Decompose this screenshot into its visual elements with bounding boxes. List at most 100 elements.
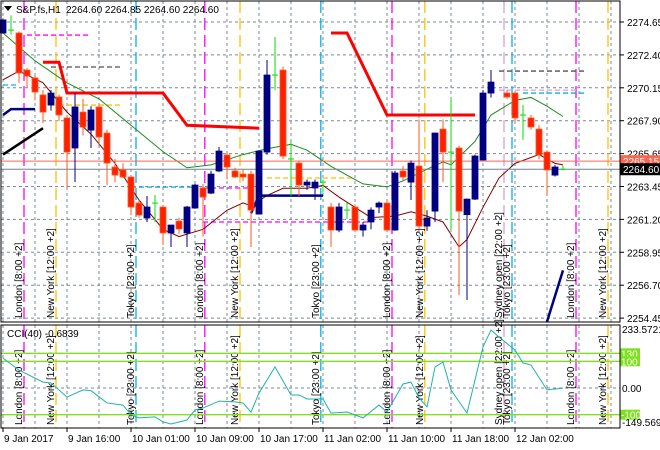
candle-bull: [47, 92, 55, 106]
candle-bear: [503, 92, 511, 98]
symbol-label: S&P.fs,H1: [16, 5, 61, 16]
candle-bull: [391, 172, 399, 231]
session-label-newyork: New York [12:00 +2]: [598, 228, 609, 318]
candle-bull: [255, 150, 263, 215]
candle-bear: [535, 128, 543, 156]
session-label-london: London [8:00 +2]: [195, 242, 206, 318]
candle-bear: [63, 117, 71, 153]
cci-level-label: 100: [621, 357, 638, 368]
candles: [0, 15, 566, 301]
session-label-tokyo: Tokyo [23:00 +2]: [502, 244, 513, 318]
stop-blue-line: [545, 269, 565, 322]
price-axis-label: 2267.90: [627, 117, 660, 128]
candle-bull: [407, 162, 415, 183]
price-tag-last-label: 2264.60: [623, 165, 660, 176]
session-label-london: London [8:00 +2]: [566, 242, 577, 318]
candle-bull: [263, 74, 271, 153]
price-axis-label: 2261.20: [627, 215, 660, 226]
candle-bull: [551, 166, 559, 176]
session-label-tokyo: Tokyo [23:00 +2]: [126, 244, 137, 318]
candle-bull: [303, 181, 311, 186]
candle-bear: [55, 96, 63, 116]
session-label-tokyo: Tokyo [23:00 +2]: [126, 351, 137, 425]
candle-bear: [23, 69, 31, 77]
candle-bear: [39, 94, 47, 113]
candle-bear: [383, 202, 391, 231]
session-label-newyork: New York [12:00 +2]: [230, 228, 241, 318]
session-label-newyork: New York [12:00 +2]: [46, 228, 57, 318]
candle-bear: [159, 206, 167, 234]
candle-bear: [119, 169, 127, 178]
candle-bull: [167, 224, 175, 234]
triangle-down-icon[interactable]: [4, 6, 12, 11]
candle-bear: [239, 173, 247, 178]
candle-bear: [247, 173, 255, 211]
candle-bull: [335, 206, 343, 231]
price-axis-label: 2270.15: [627, 84, 660, 95]
candle-bear: [279, 69, 287, 157]
candle-bear: [95, 106, 103, 138]
candle-bear: [15, 32, 23, 74]
candle-bear: [439, 128, 447, 153]
price-axis-label: 2272.40: [627, 51, 660, 62]
candle-bear: [527, 117, 535, 128]
candle-bull: [183, 206, 191, 234]
cci-axis-label: -149.5692: [622, 418, 660, 429]
stop-red-line: [331, 31, 475, 117]
cci-axis-label: 0.00: [622, 384, 642, 395]
candle-bear: [175, 220, 183, 230]
time-axis-label: 10 Jan 09:00: [196, 434, 254, 445]
candle-bull: [215, 150, 223, 172]
candle-bear: [223, 154, 231, 168]
candle-bull: [207, 173, 215, 194]
session-label-newyork: New York [12:00 +2]: [46, 335, 57, 425]
candle-bear: [351, 206, 359, 231]
time-axis-label: 10 Jan 01:00: [132, 434, 190, 445]
cci-panel: 130100-100233.57210.00-149.5692: [1, 325, 660, 429]
mt4-chart[interactable]: London [8:00 +2] London [8:00 +2] New York…: [0, 0, 660, 450]
candle-bull: [423, 217, 431, 227]
session-label-london: London [8:00 +2]: [382, 242, 393, 318]
trend-black-line: [2, 127, 44, 156]
candle-bull: [87, 109, 95, 131]
cci-label: CCI(40) -0.6839: [7, 329, 79, 340]
time-axis-label: 10 Jan 17:00: [260, 434, 318, 445]
candle-bull: [143, 206, 151, 219]
candle-bear: [455, 147, 463, 212]
session-label-newyork: New York [12:00 +2]: [598, 335, 609, 425]
candle-bull: [191, 184, 199, 209]
candle-bull: [359, 224, 367, 231]
candle-bull: [471, 155, 479, 200]
candle-bear: [127, 176, 135, 208]
candle-bull: [367, 209, 375, 223]
price-axis-label: 2263.45: [627, 183, 660, 194]
candle-bear: [199, 187, 207, 198]
candle-bear: [399, 170, 407, 178]
time-axis-label: 9 Jan 2017: [4, 434, 54, 445]
candle-bull: [431, 132, 439, 212]
candle-bull: [479, 92, 487, 161]
candle-bear: [31, 77, 39, 93]
session-label-tokyo: Tokyo [23:00 +2]: [311, 351, 322, 425]
session-label-newyork: New York [12:00 +2]: [230, 335, 241, 425]
candle-bull: [375, 202, 383, 208]
candle-bull: [487, 81, 495, 94]
time-axis-label: 9 Jan 16:00: [68, 434, 121, 445]
candle-bear: [103, 132, 111, 164]
candle-bull: [71, 106, 79, 149]
session-label-newyork: New York [12:00 +2]: [415, 228, 426, 318]
candle-bear: [543, 151, 551, 171]
time-axis-label: 11 Jan 02:00: [324, 434, 382, 445]
time-axis-label: 12 Jan 02:00: [516, 434, 574, 445]
stop-blue-line: [2, 107, 35, 117]
session-label-tokyo: Tokyo [23:00 +2]: [502, 351, 513, 425]
candle-bull: [463, 198, 471, 216]
candle-bear: [327, 206, 335, 231]
candle-bear: [231, 170, 239, 178]
price-axis-label: 2256.70: [627, 281, 660, 292]
candle-bear: [135, 202, 143, 216]
candle-bear: [511, 92, 519, 119]
candle-bear: [415, 165, 423, 227]
cci-line: [2, 329, 564, 425]
price-axis-label: 2254.45: [627, 314, 660, 325]
